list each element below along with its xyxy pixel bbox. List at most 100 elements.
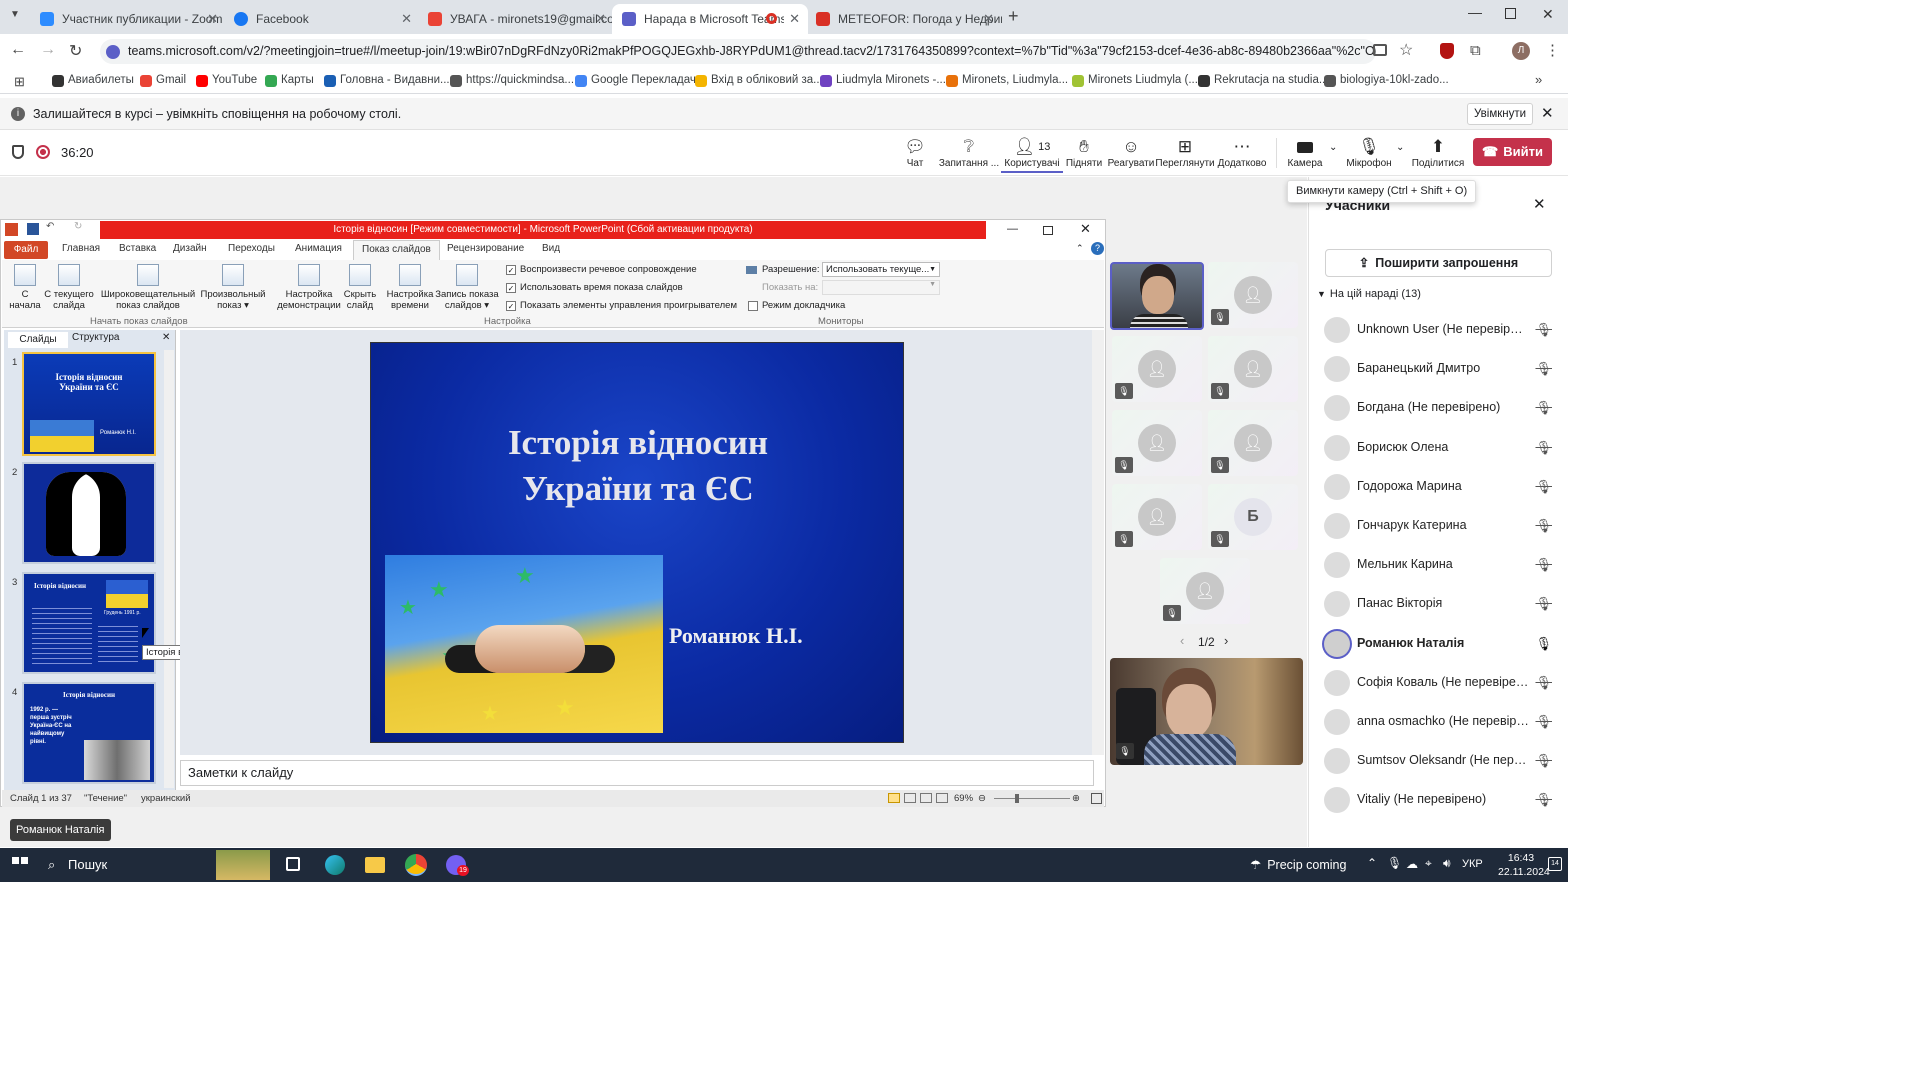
zoom-slider-thumb[interactable] bbox=[1015, 794, 1019, 803]
pane-scrollbar[interactable] bbox=[164, 350, 174, 788]
slide-thumbnail-1[interactable]: Історія відносин України та ЄС Романюк Н… bbox=[22, 352, 156, 456]
close-pane-icon[interactable]: ✕ bbox=[162, 332, 170, 343]
ribbon-tab-file[interactable]: Файл bbox=[4, 241, 48, 259]
ribbon-tab-review[interactable]: Рецензирование bbox=[447, 243, 524, 254]
participant-video-tile[interactable]: 👤︎ 🎙︎ bbox=[1160, 558, 1250, 624]
fit-window-icon[interactable] bbox=[1091, 793, 1102, 804]
tray-microphone-icon[interactable]: 🎙︎ bbox=[1387, 856, 1402, 870]
ppt-close-icon[interactable]: ✕ bbox=[1080, 221, 1091, 237]
slide-thumbnail-4[interactable]: Історія відносин 1992 р. — перша зустріч… bbox=[22, 682, 156, 784]
tray-volume-icon[interactable]: 🔊︎ bbox=[1443, 856, 1451, 871]
tab-teams[interactable]: Нарада в Microsoft Teams ✕ bbox=[612, 4, 808, 34]
zoom-in-icon[interactable]: ⊕ bbox=[1072, 790, 1080, 807]
ppt-restore-icon[interactable] bbox=[1043, 226, 1053, 235]
tab-facebook[interactable]: Facebook ✕ bbox=[224, 4, 420, 34]
profile-avatar[interactable]: Л bbox=[1512, 42, 1530, 60]
questions-button[interactable]: ❔︎ Запитання ... bbox=[938, 136, 1000, 169]
forward-icon[interactable]: → bbox=[40, 41, 56, 59]
more-bookmarks-icon[interactable]: » bbox=[1535, 72, 1542, 87]
custom-show-button[interactable]: Произвольный показ ▾ bbox=[198, 264, 268, 311]
close-tab-icon[interactable]: ✕ bbox=[789, 4, 800, 34]
tray-chevron-icon[interactable]: ⌃ bbox=[1367, 856, 1377, 870]
ribbon-tab-animation[interactable]: Анимация bbox=[295, 243, 342, 254]
save-icon[interactable] bbox=[27, 223, 39, 235]
back-icon[interactable]: ← bbox=[10, 41, 26, 59]
presenter-view-checkbox[interactable]: Режим докладчика bbox=[748, 300, 845, 311]
bookmark-item[interactable]: Mironets Liudmyla (... bbox=[1072, 74, 1198, 87]
participant-row[interactable]: Богдана (Не перевірено) 🎙︎ bbox=[1322, 391, 1562, 425]
ribbon-tab-slideshow[interactable]: Показ слайдов bbox=[353, 240, 440, 260]
editor-scrollbar[interactable] bbox=[1092, 330, 1104, 755]
ribbon-tab-view[interactable]: Вид bbox=[542, 243, 560, 254]
participant-row[interactable]: Панас Вікторія 🎙︎ bbox=[1322, 587, 1562, 621]
show-media-controls-checkbox[interactable]: ✓ Показать элементы управления проигрыват… bbox=[506, 300, 737, 311]
microphone-button[interactable]: 🎙︎ Мікрофон bbox=[1338, 136, 1400, 169]
close-tab-icon[interactable]: ✕ bbox=[401, 4, 412, 34]
help-icon[interactable]: ? bbox=[1091, 242, 1104, 255]
close-tab-icon[interactable]: ✕ bbox=[207, 4, 218, 34]
bookmark-item[interactable]: Liudmyla Mironets -... bbox=[820, 74, 946, 87]
taskbar-search[interactable]: ⌕ Пошук bbox=[44, 850, 274, 880]
share-button[interactable]: ⬆︎ Поділитися bbox=[1407, 136, 1469, 169]
address-bar[interactable]: teams.microsoft.com/v2/?meetingjoin=true… bbox=[100, 39, 1376, 64]
bookmark-item[interactable]: Авиабилеты bbox=[52, 74, 134, 87]
bookmark-item[interactable]: biologiya-10kl-zado... bbox=[1324, 74, 1449, 87]
extensions-puzzle-icon[interactable]: ⧉ bbox=[1470, 42, 1481, 59]
slide-notes-field[interactable]: Заметки к слайду bbox=[180, 760, 1094, 786]
broadcast-button[interactable]: Широковещательный показ слайдов bbox=[100, 264, 196, 311]
participant-video-tile[interactable]: Б 🎙︎ bbox=[1208, 484, 1298, 550]
language-indicator[interactable]: УКР bbox=[1462, 858, 1483, 870]
ppt-minimize-icon[interactable]: — bbox=[1007, 223, 1018, 235]
use-timings-checkbox[interactable]: ✓ Использовать время показа слайдов bbox=[506, 282, 683, 293]
participant-row[interactable]: Мельник Карина 🎙︎ bbox=[1322, 548, 1562, 582]
reading-view-icon[interactable] bbox=[920, 793, 932, 803]
bookmark-item[interactable]: https://quickmindsa... bbox=[450, 74, 574, 87]
close-tab-icon[interactable]: ✕ bbox=[595, 4, 606, 34]
participant-row[interactable]: Vitaliy (Не перевірено) 🎙︎ bbox=[1322, 783, 1562, 817]
share-invite-button[interactable]: ⇪ Поширити запрошення bbox=[1325, 249, 1552, 277]
participant-video-tile[interactable]: 👤︎ 🎙︎ bbox=[1112, 484, 1202, 550]
undo-icon[interactable]: ↶ bbox=[46, 221, 54, 232]
weather-widget[interactable]: ☂ Precip coming bbox=[1250, 857, 1346, 872]
camera-options-chevron-icon[interactable]: ⌄ bbox=[1329, 142, 1337, 153]
redo-icon[interactable]: ↻ bbox=[74, 221, 82, 232]
from-current-button[interactable]: С текущего слайда bbox=[44, 264, 94, 311]
slide-thumbnail-2[interactable] bbox=[22, 462, 156, 564]
clock[interactable]: 16:43 22.11.2024 bbox=[1498, 851, 1550, 879]
close-tab-icon[interactable]: ✕ bbox=[983, 4, 994, 34]
participant-row[interactable]: anna osmachko (Не перевірено) 🎙︎ bbox=[1322, 705, 1562, 739]
edge-icon[interactable] bbox=[325, 855, 345, 875]
participant-row[interactable]: Unknown User (Не перевірено) 🎙︎ bbox=[1322, 313, 1562, 347]
close-banner-icon[interactable]: ✕ bbox=[1541, 98, 1554, 130]
bookmark-item[interactable]: Rekrutacja na studia... bbox=[1198, 74, 1328, 87]
bookmark-item[interactable]: Головна - Видавни... bbox=[324, 74, 450, 87]
participant-video-tile[interactable]: 👤︎ 🎙︎ bbox=[1208, 410, 1298, 476]
browser-menu-icon[interactable]: ⋮ bbox=[1545, 41, 1560, 59]
bookmark-item[interactable]: Mironets, Liudmyla... bbox=[946, 74, 1068, 87]
extension-shield-icon[interactable] bbox=[1440, 43, 1454, 59]
bookmark-item[interactable]: Карты bbox=[265, 74, 314, 87]
participant-video-tile[interactable]: 👤︎ 🎙︎ bbox=[1208, 262, 1298, 328]
participant-video-tile[interactable]: 👤︎ 🎙︎ bbox=[1112, 336, 1202, 402]
participant-video-tile[interactable]: 👤︎ 🎙︎ bbox=[1208, 336, 1298, 402]
task-view-icon[interactable] bbox=[286, 857, 300, 871]
view-button[interactable]: ⊞ Переглянути bbox=[1154, 136, 1216, 169]
restore-window-icon[interactable] bbox=[1505, 8, 1516, 19]
bookmark-item[interactable]: YouTube bbox=[196, 74, 257, 87]
resolution-select[interactable]: Использовать текуще... ▼ bbox=[822, 262, 940, 277]
close-window-icon[interactable]: ✕ bbox=[1542, 6, 1554, 23]
chat-button[interactable]: 💬︎ Чат bbox=[884, 136, 946, 169]
new-tab-button[interactable]: + bbox=[1008, 6, 1019, 27]
chrome-icon[interactable] bbox=[405, 854, 427, 876]
pane-tab-outline[interactable]: Структура bbox=[72, 332, 119, 343]
zoom-level[interactable]: 69% bbox=[954, 790, 973, 807]
participant-row[interactable]: Борисюк Олена 🎙︎ bbox=[1322, 431, 1562, 465]
leave-button[interactable]: ☎ Вийти bbox=[1473, 138, 1552, 166]
bookmark-item[interactable]: Google Перекладач bbox=[575, 74, 696, 87]
participant-row[interactable]: Годорожа Марина 🎙︎ bbox=[1322, 470, 1562, 504]
ribbon-collapse-icon[interactable]: ⌃ bbox=[1076, 243, 1084, 254]
ribbon-tab-home[interactable]: Главная bbox=[62, 243, 100, 254]
sorter-view-icon[interactable] bbox=[904, 793, 916, 803]
in-meeting-section-header[interactable]: ▼ На цій нараді (13) bbox=[1317, 288, 1421, 300]
normal-view-icon[interactable] bbox=[888, 793, 900, 803]
